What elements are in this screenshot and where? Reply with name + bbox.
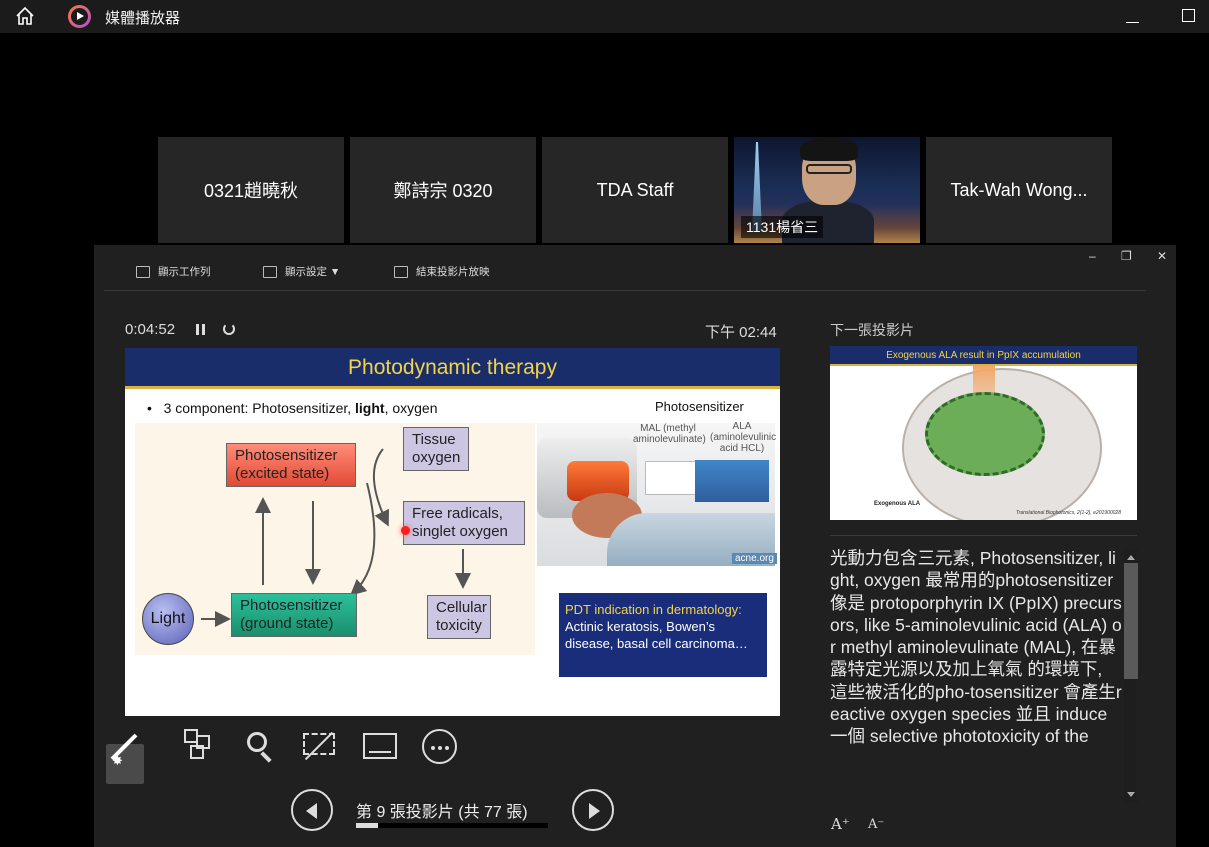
black-screen-button[interactable]: [303, 729, 337, 763]
scroll-thumb[interactable]: [1124, 563, 1138, 679]
display-settings-button[interactable]: 顯示設定 ▼: [263, 264, 340, 279]
taskbar-icon: [136, 265, 150, 278]
increase-font-button[interactable]: A⁺: [831, 815, 850, 833]
decrease-font-button[interactable]: A⁻: [868, 817, 884, 832]
slide-header: Photodynamic therapy: [125, 348, 780, 389]
laser-pointer-dot: [401, 526, 410, 535]
next-slide-reference: Translational Biophotonics, 2(1-2), e201…: [1016, 510, 1121, 516]
next-slide-thumbnail[interactable]: Exogenous ALA result in PpIX accumulatio…: [830, 346, 1137, 520]
end-slideshow-button[interactable]: 結束投影片放映: [394, 264, 490, 279]
light-circle: Light: [142, 593, 194, 645]
participant-video-tile[interactable]: 1131楊省三: [734, 137, 920, 243]
pdt-heading: PDT indication in dermatology:: [565, 602, 742, 617]
zoom-button[interactable]: [244, 729, 278, 763]
next-slide-label: 下一張投影片: [830, 322, 914, 338]
photosensitizer-excited-box: Photosensitizer (excited state): [226, 443, 356, 487]
see-all-slides-button[interactable]: [184, 729, 218, 763]
presenter-minimize-button[interactable]: –: [1089, 249, 1096, 263]
participant-name: TDA Staff: [596, 179, 674, 200]
photosensitizer-ground-box: Photosensitizer (ground state): [231, 593, 357, 637]
participant-tile[interactable]: 鄭詩宗 0320: [350, 137, 536, 243]
pause-icon[interactable]: [196, 324, 205, 335]
scroll-down-icon[interactable]: [1127, 792, 1135, 797]
presenter-close-button[interactable]: ✕: [1157, 249, 1167, 263]
presenter-restore-button[interactable]: ❐: [1121, 249, 1132, 263]
participant-tile[interactable]: 0321趙曉秋: [158, 137, 344, 243]
slide-title: Photodynamic therapy: [348, 356, 557, 379]
levulan-kerastick-pack: [695, 460, 769, 502]
metvix-cream-tube: [645, 461, 697, 495]
slide-progress-bar[interactable]: [356, 823, 548, 828]
pdt-indication-box: PDT indication in dermatology: Actinic k…: [559, 593, 767, 677]
mal-label: MAL (methyl aminolevulinate): [633, 423, 706, 445]
participant-name: Tak-Wah Wong...: [950, 179, 1088, 200]
show-taskbar-button[interactable]: 顯示工作列: [136, 264, 211, 279]
display-settings-icon: [263, 265, 277, 278]
participant-name: 鄭詩宗 0320: [393, 181, 493, 201]
slide-counter: 第 9 張投影片 (共 77 張): [356, 804, 528, 821]
restart-timer-icon[interactable]: [223, 323, 235, 335]
speaker-notes[interactable]: 光動力包含三元素, Photosensitizer, light, oxygen…: [830, 547, 1124, 793]
participant-tile[interactable]: TDA Staff: [542, 137, 728, 243]
next-slide-button[interactable]: [572, 789, 614, 831]
participant-name: 1131楊省三: [741, 216, 824, 238]
pen-laser-tool-button[interactable]: ✸: [106, 733, 144, 784]
home-icon[interactable]: [14, 5, 36, 27]
maximize-button[interactable]: [1182, 9, 1195, 22]
previous-slide-button[interactable]: [291, 789, 333, 831]
ala-label: ALA (aminolevulinic acid HCL): [710, 421, 777, 454]
next-slide-title: Exogenous ALA result in PpIX accumulatio…: [830, 346, 1137, 366]
slide-bullet: • 3 component: Photosensitizer, light, o…: [147, 400, 438, 416]
free-radicals-box: Free radicals, singlet oxygen: [403, 501, 525, 545]
notes-scrollbar[interactable]: [1124, 549, 1138, 803]
current-slide[interactable]: Photodynamic therapy • 3 component: Phot…: [125, 348, 780, 716]
subtitles-button[interactable]: [363, 729, 397, 763]
current-time: 下午 02:44: [705, 324, 777, 341]
participant-name: 0321趙曉秋: [203, 181, 299, 201]
subtitles-icon: [363, 733, 397, 759]
magnifier-icon: [247, 732, 267, 752]
elapsed-timer: 0:04:52: [125, 321, 176, 338]
scroll-up-icon[interactable]: [1127, 555, 1135, 560]
pdt-body: Actinic keratosis, Bowen’s disease, basa…: [565, 619, 748, 651]
presenter-view: 顯示工作列 顯示設定 ▼ 結束投影片放映 – ❐ ✕ 0:04:52 下午 02…: [94, 245, 1176, 847]
photosensitizer-heading: Photosensitizer: [655, 399, 744, 414]
tissue-oxygen-box: Tissue oxygen: [403, 427, 469, 471]
photo-credit: acne.org: [732, 553, 777, 564]
pdt-mechanism-diagram: Photosensitizer (excited state) Tissue o…: [135, 423, 535, 655]
next-slide-caption: Exogenous ALA: [874, 501, 921, 507]
slide-progress-fill: [356, 823, 379, 828]
media-player-logo-icon: [68, 5, 91, 28]
end-show-icon: [394, 265, 408, 278]
participant-tile[interactable]: Tak-Wah Wong...: [926, 137, 1112, 243]
window-title: 媒體播放器: [105, 10, 181, 27]
more-options-button[interactable]: [422, 729, 457, 764]
presenter-toolbar: [104, 245, 1146, 291]
cellular-toxicity-box: Cellular toxicity: [427, 595, 491, 639]
minimize-button[interactable]: [1126, 9, 1139, 23]
title-bar: 媒體播放器: [0, 0, 1209, 33]
